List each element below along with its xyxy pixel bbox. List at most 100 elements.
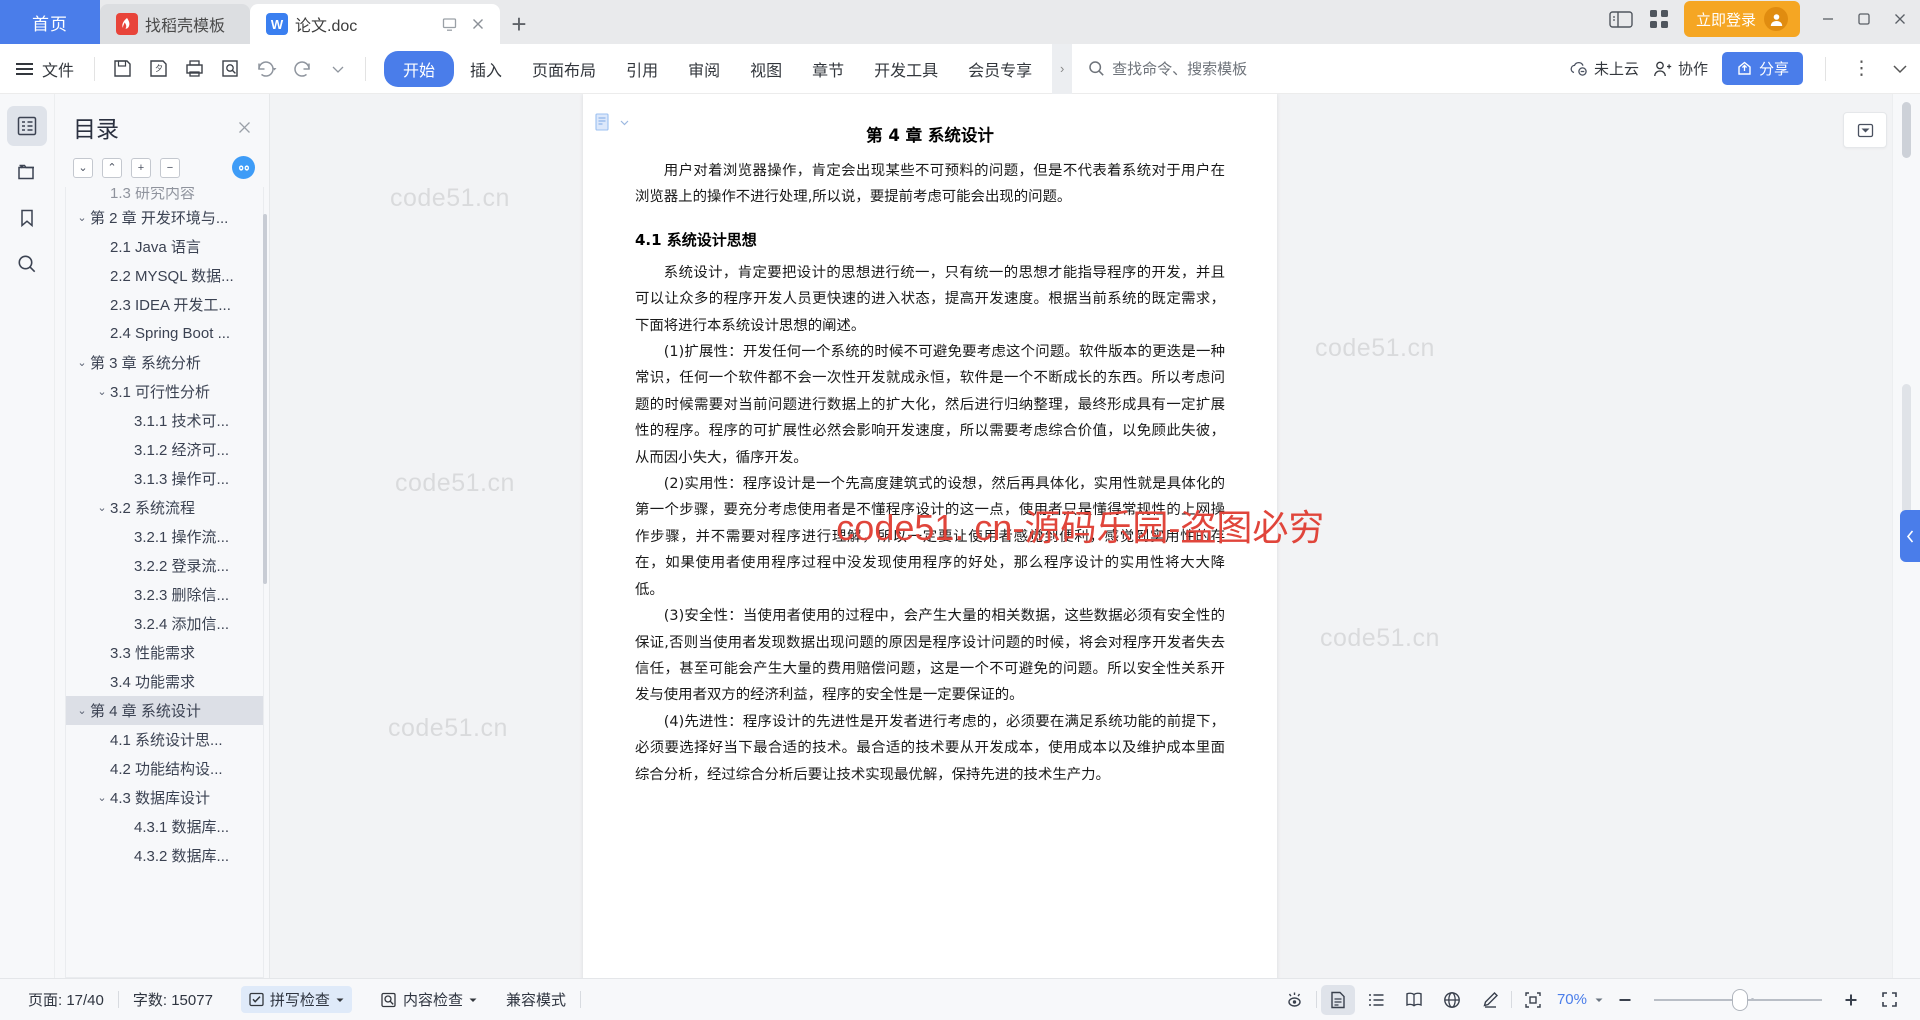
collapse-all-button[interactable]: − [160,157,180,178]
tab-detach-icon[interactable] [441,16,458,33]
outline-item[interactable]: 4.2 功能结构设... [66,754,263,783]
document-text-body[interactable]: 第 4 章 系统设计 用户对着浏览器操作，肯定会出现某些不可预料的问题，但是不代表… [583,94,1277,788]
redo-icon[interactable] [285,53,319,85]
collapse-up-button[interactable]: ⌃ [102,157,122,178]
outline-icon[interactable] [7,106,47,146]
ribbon-tabs-more-button[interactable]: › [1052,43,1073,94]
ribbon-tab-section[interactable]: 章节 [798,51,858,87]
cloud-status-button[interactable]: 未上云 [1569,58,1639,79]
outline-item[interactable]: 4.3.1 数据库... [66,812,263,841]
page-view-icon[interactable] [1320,984,1355,1015]
compatibility-mode-label[interactable]: 兼容模式 [492,989,580,1010]
reading-view-icon[interactable] [1397,985,1431,1015]
ribbon-tab-developer[interactable]: 开发工具 [860,51,952,87]
chevron-down-icon[interactable]: ⌄ [74,704,90,717]
print-icon[interactable] [177,53,211,85]
bookmark-icon[interactable] [7,198,47,238]
outline-view-icon[interactable] [1359,985,1393,1015]
zoom-dropdown-icon[interactable] [1594,995,1604,1005]
focus-mode-icon[interactable] [1278,985,1312,1015]
chevron-down-icon[interactable]: ⌄ [94,385,110,398]
outline-item-list[interactable]: 1.3 研究内容 ⌄ 第 2 章 开发环境与... 2.1 Java 语言 2.2 MY… [65,187,264,978]
ribbon-tab-insert[interactable]: 插入 [456,51,516,87]
comment-panel-toggle[interactable] [1843,112,1887,148]
save-as-icon[interactable]: 夕 [141,53,175,85]
ribbon-tab-page-layout[interactable]: 页面布局 [518,51,610,87]
ribbon-tab-member[interactable]: 会员专享 [954,51,1046,87]
content-check-button[interactable]: 内容检查 [366,989,492,1010]
outline-item[interactable]: ⌄ 3.1 可行性分析 [66,377,263,406]
search-icon[interactable] [7,244,47,284]
customize-quick-access-icon[interactable] [321,53,355,85]
outline-scrollbar-thumb[interactable] [263,214,267,584]
ribbon-tab-references[interactable]: 引用 [612,51,672,87]
outline-item[interactable]: 3.2.2 登录流... [66,551,263,580]
expand-all-button[interactable]: + [131,157,151,178]
share-button[interactable]: 分享 [1721,52,1803,85]
zoom-in-button[interactable] [1834,985,1868,1015]
outline-item[interactable]: ⌄ 4.3 数据库设计 [66,783,263,812]
outline-item[interactable]: ⌄ 第 3 章 系统分析 [66,348,263,377]
outline-item[interactable]: 4.3.2 数据库... [66,841,263,870]
outline-item[interactable]: 3.1.1 技术可... [66,406,263,435]
outline-item[interactable]: 3.2.3 删除信... [66,580,263,609]
zoom-slider[interactable] [1654,988,1822,1011]
split-view-icon[interactable] [1609,10,1634,29]
outline-item[interactable]: 2.3 IDEA 开发工... [66,290,263,319]
close-icon[interactable] [236,119,253,136]
outline-item[interactable]: 3.2.1 操作流... [66,522,263,551]
new-tab-button[interactable]: + [500,4,538,44]
chevron-down-icon[interactable] [619,117,630,128]
outline-item[interactable]: 3.2.4 添加信... [66,609,263,638]
expand-down-button[interactable]: ⌄ [73,157,93,178]
ribbon-tab-review[interactable]: 审阅 [674,51,734,87]
web-view-icon[interactable] [1435,985,1469,1015]
fit-page-icon[interactable] [1516,985,1550,1015]
chevron-down-icon[interactable] [468,995,478,1005]
outline-item[interactable]: 3.4 功能需求 [66,667,263,696]
chevron-down-icon[interactable]: ⌄ [94,501,110,514]
right-panel-expand-button[interactable] [1900,510,1920,562]
close-button[interactable] [1892,11,1908,27]
save-icon[interactable] [105,53,139,85]
word-count[interactable]: 字数: 15077 [119,989,227,1010]
chevron-down-icon[interactable]: ⌄ [74,356,90,369]
fullscreen-icon[interactable] [1872,985,1906,1015]
ribbon-tab-view[interactable]: 视图 [736,51,796,87]
login-button[interactable]: 立即登录 [1683,1,1800,37]
outline-item[interactable]: 4.1 系统设计思... [66,725,263,754]
outline-item[interactable]: 2.4 Spring Boot ... [66,319,263,348]
outline-item[interactable]: ⌄ 3.2 系统流程 [66,493,263,522]
chevron-down-icon[interactable] [335,995,345,1005]
ribbon-overflow-button[interactable]: ⋮ [1848,57,1876,80]
ribbon-collapse-button[interactable] [1890,59,1910,79]
app-grid-icon[interactable] [1648,8,1670,30]
outline-item[interactable]: 3.1.3 操作可... [66,464,263,493]
tab-document[interactable]: W 论文.doc [250,4,500,44]
maximize-button[interactable] [1856,11,1872,27]
tab-home[interactable]: 首页 [0,0,100,44]
minimize-button[interactable] [1820,11,1836,27]
thumbnail-icon[interactable] [7,152,47,192]
outline-item[interactable]: ⌄ 第 2 章 开发环境与... [66,203,263,232]
tab-docer-template[interactable]: 找稻壳模板 [100,4,250,44]
outline-item[interactable]: 2.2 MYSQL 数据... [66,261,263,290]
undo-icon[interactable] [249,53,283,85]
outline-item[interactable]: ⌄ 第 4 章 系统设计 [66,696,263,725]
document-page[interactable]: 第 4 章 系统设计 用户对着浏览器操作，肯定会出现某些不可预料的问题，但是不代表… [583,94,1277,978]
edit-mode-icon[interactable] [1473,985,1507,1015]
tab-close-icon[interactable] [470,16,486,32]
print-preview-icon[interactable] [213,53,247,85]
zoom-slider-knob[interactable] [1732,988,1748,1011]
vertical-scrollbar-thumb[interactable] [1902,102,1911,158]
file-menu-button[interactable]: 文件 [14,57,84,81]
zoom-out-button[interactable] [1608,985,1642,1015]
search-input[interactable]: 查找命令、搜索模板 [1088,58,1247,79]
outline-item[interactable]: 3.1.2 经济可... [66,435,263,464]
page-indicator[interactable]: 页面: 17/40 [14,989,118,1010]
ai-assistant-icon[interactable] [232,156,255,179]
chevron-down-icon[interactable]: ⌄ [94,791,110,804]
outline-item[interactable]: 2.1 Java 语言 [66,232,263,261]
spell-check-button[interactable]: 拼写检查 [227,986,366,1013]
outline-item[interactable]: 3.3 性能需求 [66,638,263,667]
